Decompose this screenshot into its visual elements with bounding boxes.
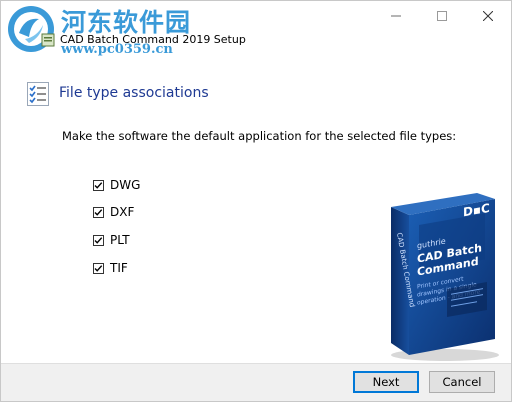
title-bar[interactable]: 河东软件园 www.pc0359.cn CAD Batch Command 20… bbox=[1, 1, 511, 61]
filetype-label: DXF bbox=[110, 205, 135, 219]
checkmark-icon bbox=[94, 208, 103, 216]
filetype-tif[interactable]: TIF bbox=[93, 261, 128, 275]
instruction-text: Make the software the default applicatio… bbox=[62, 129, 457, 143]
checkbox-plt[interactable] bbox=[93, 234, 104, 246]
close-icon bbox=[483, 11, 493, 21]
setup-window: 河东软件园 www.pc0359.cn CAD Batch Command 20… bbox=[0, 0, 512, 402]
close-button[interactable] bbox=[465, 1, 511, 31]
filetype-dxf[interactable]: DXF bbox=[93, 205, 134, 219]
checkbox-dwg[interactable] bbox=[93, 179, 104, 191]
window-title: CAD Batch Command 2019 Setup bbox=[60, 33, 246, 46]
checkbox-tif[interactable] bbox=[93, 262, 104, 274]
filetype-label: DWG bbox=[110, 178, 141, 192]
cancel-button[interactable]: Cancel bbox=[429, 371, 495, 393]
checkbox-dxf[interactable] bbox=[93, 206, 104, 218]
product-box-image: D▪C guthrie CAD Batch Command Print or c… bbox=[391, 193, 499, 361]
minimize-button[interactable] bbox=[373, 1, 419, 31]
checkmark-icon bbox=[94, 236, 103, 244]
next-button[interactable]: Next bbox=[353, 371, 419, 393]
checkmark-icon bbox=[94, 181, 103, 189]
filetype-plt[interactable]: PLT bbox=[93, 233, 130, 247]
filetype-label: PLT bbox=[110, 233, 130, 247]
filetype-label: TIF bbox=[110, 261, 128, 275]
maximize-button[interactable] bbox=[419, 1, 465, 31]
checklist-icon bbox=[27, 82, 49, 106]
maximize-icon bbox=[437, 11, 447, 21]
app-icon bbox=[41, 33, 55, 47]
filetype-dwg[interactable]: DWG bbox=[93, 178, 140, 192]
minimize-icon bbox=[391, 15, 401, 17]
checkmark-icon bbox=[94, 264, 103, 272]
page-title: File type associations bbox=[59, 85, 209, 101]
watermark-logo-icon bbox=[8, 6, 54, 52]
